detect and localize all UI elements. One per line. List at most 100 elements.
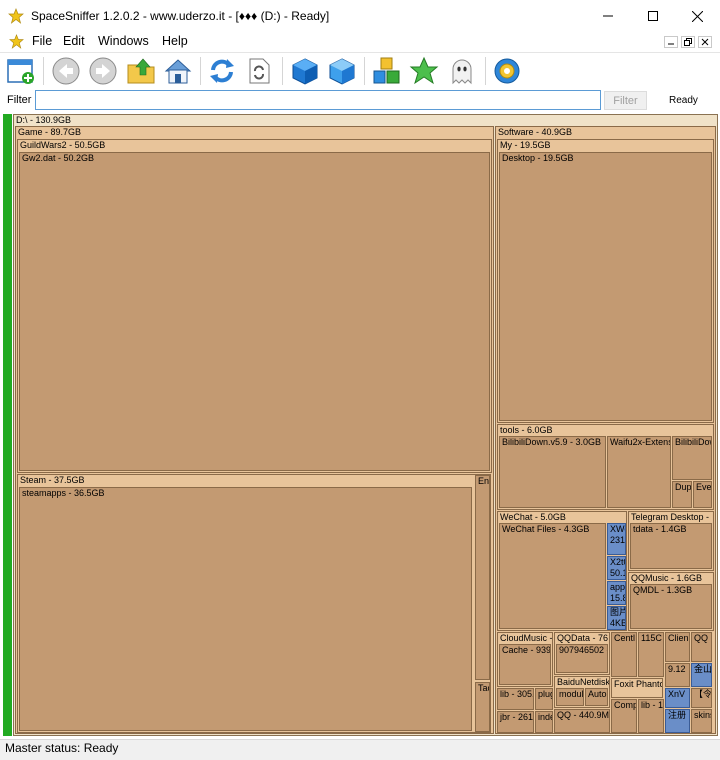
refresh-document-icon — [249, 58, 270, 84]
file-label: Gw2.dat - 50.2GB — [22, 153, 95, 163]
file-label: 注册 — [668, 710, 687, 720]
folder-912[interactable]: 9.12 — [665, 663, 690, 687]
menu-edit[interactable]: Edit — [63, 34, 85, 48]
folder-centl[interactable]: Centl — [611, 632, 637, 677]
file-label: X2t0 50.1 — [610, 557, 626, 578]
close-button[interactable] — [675, 0, 720, 32]
folder-label: Desktop - 19.5GB — [502, 153, 574, 163]
new-window-icon — [7, 59, 34, 84]
folder-label: QMDL - 1.3GB — [633, 585, 693, 595]
folder-qq[interactable]: QQ — [691, 632, 712, 662]
folder-115c[interactable]: 115C — [638, 632, 664, 677]
ghost-button[interactable] — [446, 55, 478, 87]
folder-skins[interactable]: skins — [691, 709, 712, 733]
folder-steamapps[interactable]: steamapps - 36.5GB — [19, 487, 472, 731]
file-img[interactable]: 图片 4KB — [607, 606, 626, 630]
new-window-button[interactable] — [5, 55, 37, 87]
folder-end[interactable]: End — [475, 475, 490, 680]
menu-help[interactable]: Help — [162, 34, 188, 48]
toolbar-separator — [200, 57, 201, 85]
file-jinshan[interactable]: 金山 — [691, 663, 712, 687]
home-icon — [164, 59, 192, 84]
folder-qmdl[interactable]: QMDL - 1.3GB — [630, 584, 712, 629]
filter-input[interactable] — [35, 90, 601, 110]
folder-label: BaiduNetdisk — [557, 677, 610, 687]
colored-cubes-button[interactable] — [371, 55, 403, 87]
blue-cube-button[interactable] — [289, 55, 321, 87]
master-status: Master status: Ready — [5, 741, 119, 755]
blue-cube-outline-icon — [329, 58, 355, 85]
folder-dupl[interactable]: Dupl — [672, 481, 692, 508]
folder-jbr[interactable]: jbr - 261 — [497, 711, 534, 733]
folder-eve[interactable]: Eve — [693, 481, 712, 508]
up-folder-icon — [127, 58, 155, 84]
folder-label: BilibiliDown.v5.9 - 3.0GB — [502, 437, 602, 447]
folder-foxit[interactable]: Foxit Phanto — [611, 678, 663, 698]
folder-inde[interactable]: inde — [535, 711, 553, 733]
folder-auto[interactable]: Auto — [585, 688, 608, 706]
file-app[interactable]: app 15.8 — [607, 581, 626, 605]
folder-modul[interactable]: modul — [556, 688, 584, 706]
folder-lib305[interactable]: lib - 305. — [497, 688, 534, 710]
folder-bilibilidown[interactable]: BilibiliDown.v5.9 - 3.0GB — [499, 436, 606, 508]
file-fazhu[interactable]: 注册 — [665, 709, 690, 733]
close-icon — [692, 10, 703, 22]
settings-icon — [494, 58, 520, 84]
folder-plug[interactable]: plug — [535, 688, 553, 710]
forward-icon — [89, 57, 117, 85]
window-title: SpaceSniffer 1.2.0.2 - www.uderzo.it - [… — [31, 9, 330, 23]
home-button[interactable] — [162, 55, 194, 87]
up-folder-button[interactable] — [125, 55, 157, 87]
maximize-button[interactable] — [630, 0, 675, 32]
toolbar-separator — [485, 57, 486, 85]
star-button[interactable] — [408, 55, 440, 87]
folder-label: jbr - 261 — [500, 712, 534, 722]
folder-label: 【令 — [694, 689, 712, 699]
back-button[interactable] — [50, 55, 82, 87]
folder-lib1[interactable]: lib - 1 — [638, 699, 664, 733]
folder-label: Auto — [588, 689, 607, 699]
settings-button[interactable] — [491, 55, 523, 87]
blue-cube-outline-button[interactable] — [326, 55, 358, 87]
minimize-button[interactable] — [585, 0, 630, 32]
maximize-icon — [647, 11, 658, 21]
menu-file[interactable]: File — [32, 34, 52, 48]
minimize-icon — [602, 15, 613, 17]
refresh-document-button[interactable] — [243, 55, 275, 87]
folder-label: Software - 40.9GB — [498, 127, 573, 137]
folder-tdata[interactable]: tdata - 1.4GB — [630, 523, 712, 569]
folder-desktop[interactable]: Desktop - 19.5GB — [499, 152, 712, 421]
close-icon — [701, 38, 709, 46]
refresh-button[interactable] — [206, 55, 238, 87]
restore-icon — [684, 38, 692, 46]
folder-clien[interactable]: Clien — [665, 632, 690, 662]
mdi-minimize-button[interactable] — [664, 36, 678, 48]
forward-button[interactable] — [87, 55, 119, 87]
file-xwe[interactable]: XWe 231 — [607, 523, 626, 555]
mdi-close-button[interactable] — [698, 36, 712, 48]
folder-label: Steam - 37.5GB — [20, 475, 85, 485]
folder-waifu2x[interactable]: Waifu2x-Extensi — [607, 436, 671, 508]
folder-label: My - 19.5GB — [500, 140, 551, 150]
toolbar-separator — [282, 57, 283, 85]
refresh-icon — [210, 59, 234, 83]
folder-label: BilibiliDow — [675, 437, 712, 447]
folder-bilibilidow2[interactable]: BilibiliDow — [672, 436, 712, 480]
file-x2t[interactable]: X2t0 50.1 — [607, 556, 626, 580]
file-gw2dat[interactable]: Gw2.dat - 50.2GB — [19, 152, 490, 471]
folder-label: modul — [559, 689, 584, 699]
folder-tac[interactable]: Tac — [475, 682, 490, 732]
folder-comp[interactable]: Comp — [611, 699, 637, 733]
mdi-restore-button[interactable] — [681, 36, 695, 48]
folder-wechatfiles[interactable]: WeChat Files - 4.3GB — [499, 523, 606, 629]
filter-button[interactable]: Filter — [604, 91, 647, 110]
folder-qqdata-number[interactable]: 907946502 - — [556, 644, 608, 673]
folder-cache[interactable]: Cache - 939. — [499, 644, 551, 685]
folder-label: 907946502 - — [559, 645, 608, 655]
folder-label: lib - 305. — [500, 689, 534, 699]
menu-windows[interactable]: Windows — [98, 34, 149, 48]
file-xnv[interactable]: XnV — [665, 688, 690, 708]
folder-ling[interactable]: 【令 — [691, 688, 712, 708]
file-label: 图片 4KB — [610, 607, 626, 628]
folder-qq-440[interactable]: QQ - 440.9M — [554, 709, 610, 733]
